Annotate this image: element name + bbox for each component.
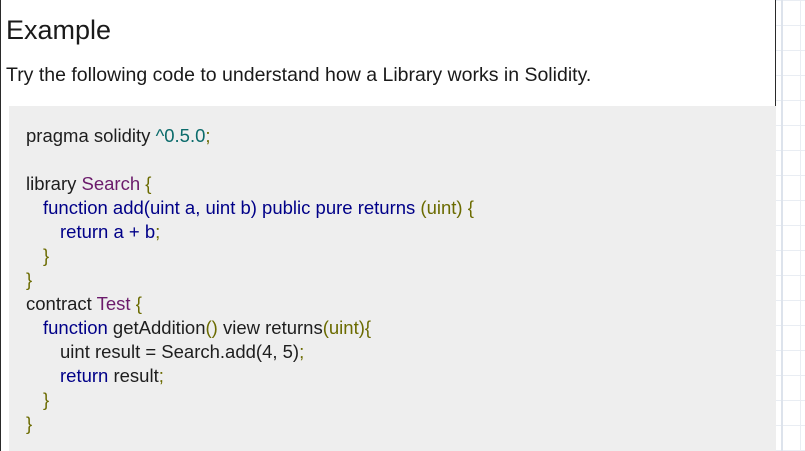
code-token: pragma solidity bbox=[26, 125, 156, 146]
code-line: return result; bbox=[26, 364, 474, 388]
code-content: pragma solidity ^0.5.0; library Search {… bbox=[26, 124, 474, 436]
code-token: () bbox=[205, 317, 218, 338]
content-card: Example Try the following code to unders… bbox=[0, 0, 776, 451]
code-token: ; bbox=[299, 341, 305, 362]
code-token: ; bbox=[155, 221, 161, 242]
code-token: (uint) bbox=[420, 197, 463, 218]
code-token: a + b bbox=[108, 221, 156, 242]
code-token: function bbox=[43, 317, 108, 338]
code-token: ^0.5.0 bbox=[155, 125, 206, 146]
code-token: Search bbox=[81, 173, 141, 194]
code-line: function getAddition() view returns(uint… bbox=[26, 316, 474, 340]
code-line: } bbox=[26, 413, 33, 434]
page-title: Example bbox=[6, 15, 112, 45]
code-token: function bbox=[43, 197, 108, 218]
code-line: } bbox=[43, 245, 50, 266]
intro-text: Try the following code to understand how… bbox=[6, 64, 592, 86]
code-line: uint result = Search.add(4, 5); bbox=[26, 340, 474, 364]
code-block[interactable]: pragma solidity ^0.5.0; library Search {… bbox=[9, 106, 776, 451]
code-token: result bbox=[108, 365, 159, 386]
code-token: { bbox=[462, 197, 474, 218]
scrollbar-track[interactable] bbox=[781, 0, 783, 451]
code-token: return bbox=[60, 365, 109, 386]
code-line: library Search { bbox=[26, 172, 474, 196]
code-token: contract bbox=[26, 293, 97, 314]
code-line: } bbox=[26, 269, 33, 290]
code-token: library bbox=[26, 173, 82, 194]
code-line: contract Test { bbox=[26, 292, 474, 316]
code-token: return bbox=[60, 221, 109, 242]
code-token: ; bbox=[205, 125, 211, 146]
code-token: add(uint a, uint b) public pure returns bbox=[107, 197, 421, 218]
code-line: return a + b; bbox=[26, 220, 474, 244]
code-token: getAddition bbox=[107, 317, 206, 338]
code-line: pragma solidity ^0.5.0; bbox=[26, 124, 474, 148]
code-token: uint result = Search.add(4, 5) bbox=[60, 341, 300, 362]
code-line: } bbox=[43, 389, 50, 410]
code-line: function add(uint a, uint b) public pure… bbox=[26, 196, 474, 220]
code-token: view returns bbox=[217, 317, 323, 338]
code-token: (uint){ bbox=[322, 317, 372, 338]
code-token: Test bbox=[96, 293, 131, 314]
code-token: ; bbox=[158, 365, 164, 386]
code-token: { bbox=[130, 293, 142, 314]
code-token: { bbox=[140, 173, 152, 194]
